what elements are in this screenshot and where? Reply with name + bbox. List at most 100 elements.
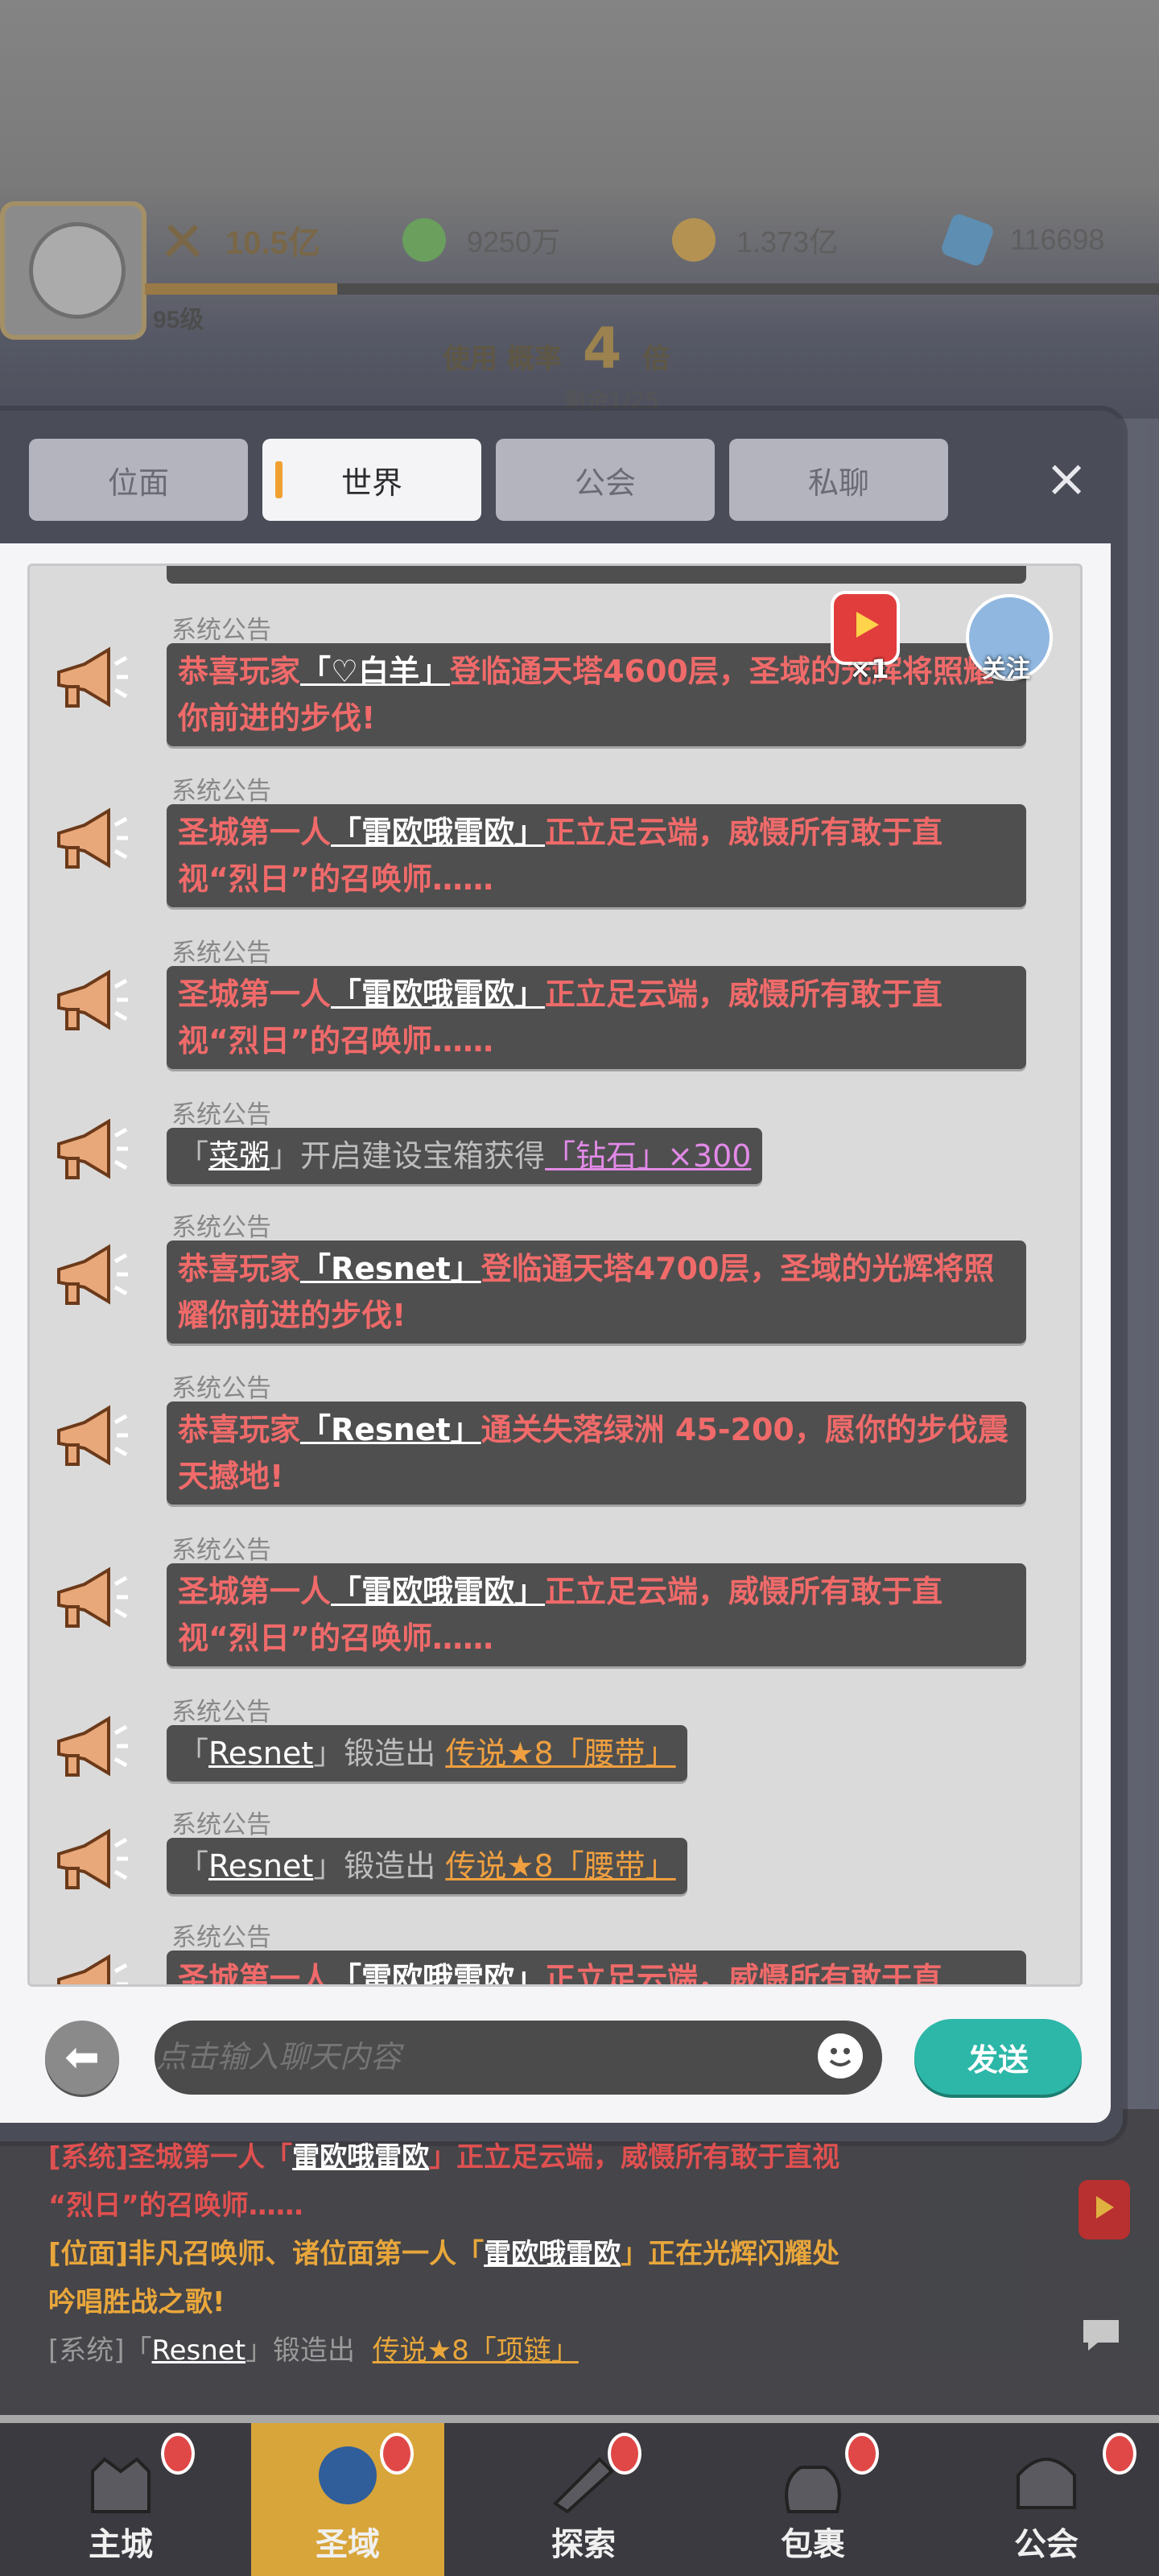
player-link[interactable]: Resnet [208, 1736, 313, 1771]
tab-private-label: 私聊 [807, 464, 869, 501]
megaphone-icon [57, 1405, 128, 1466]
megaphone-icon [57, 1954, 128, 1984]
sender-name: 系统公告 [171, 1923, 271, 1952]
player-link[interactable]: 「Resnet」 [300, 1412, 481, 1447]
tab-world[interactable]: 世界 [262, 439, 481, 521]
notification-badge [845, 2433, 879, 2475]
megaphone-icon [57, 807, 128, 869]
tab-world-label: 世界 [340, 464, 402, 501]
text: [位面]非凡召唤师、诸位面第一人「 [48, 2238, 485, 2270]
system-bubble: 「Resnet」锻造出 传说★8「腰带」 [167, 1838, 687, 1894]
nav-main-city[interactable]: 主城 [24, 2423, 217, 2576]
sender-name: 系统公告 [171, 1698, 271, 1727]
previous-message-edge [167, 566, 1026, 584]
sender-name: 系统公告 [171, 1810, 271, 1839]
nav-label: 探索 [551, 2526, 616, 2563]
nav-explore[interactable]: 探索 [487, 2423, 680, 2576]
feed-line: [系统]圣城第一人「雷欧哦雷欧」正立足云端，威慑所有敢于直视 [48, 2133, 1014, 2182]
text: 「 [178, 1736, 209, 1771]
notification-badge [161, 2433, 195, 2475]
holy-domain-icon [319, 2446, 377, 2504]
text: 」 [270, 1138, 301, 1174]
tab-private[interactable]: 私聊 [729, 439, 948, 521]
player-link[interactable]: 雷欧哦雷欧 [484, 2238, 621, 2270]
chat-bubble-icon[interactable] [1079, 2315, 1124, 2354]
sender-name: 系统公告 [171, 1100, 271, 1129]
player-link[interactable]: 「雷欧哦雷欧」 [331, 1574, 545, 1609]
nav-holy-domain[interactable]: 圣域 [251, 2423, 444, 2576]
back-button[interactable]: ⬅ [45, 2021, 119, 2095]
red-packet-button[interactable]: ×1 [821, 588, 909, 684]
player-link[interactable]: 菜粥 [208, 1138, 270, 1174]
red-packet-count: ×1 [849, 654, 889, 684]
player-link[interactable]: 「Resnet」 [300, 1251, 481, 1286]
announcement-bubble: 恭喜玩家「Resnet」通关失落绿洲 45-200，愿你的步伐震天撼地! [167, 1402, 1026, 1505]
sender-name: 系统公告 [171, 939, 271, 968]
text: 」正在光辉闪耀处 [621, 2238, 840, 2270]
announcement-bubble: 圣城第一人「雷欧哦雷欧」正立足云端，威慑所有敢于直视“烈日”的召唤师…… [167, 1563, 1026, 1666]
text: 锻造出 [344, 1736, 436, 1771]
nav-inventory[interactable]: 包裹 [716, 2423, 909, 2576]
player-link[interactable]: 雷欧哦雷欧 [292, 2141, 429, 2174]
text: 吟唱胜战之歌! [48, 2286, 225, 2318]
feed-line: 吟唱胜战之歌! [48, 2278, 1014, 2326]
message-list[interactable]: 系统公告 恭喜玩家「♡白羊」登临通天塔4600层，圣域的光辉将照耀你前进的步伐!… [27, 564, 1083, 1987]
text: 开启建设宝箱获得 [300, 1138, 546, 1174]
system-bubble: 「菜粥」开启建设宝箱获得「钻石」×300 [167, 1128, 763, 1184]
guild-helmet-icon [1017, 2458, 1076, 2509]
player-link[interactable]: 「雷欧哦雷欧」 [331, 815, 545, 850]
item-link[interactable]: 「钻石」×300 [545, 1138, 751, 1174]
player-link[interactable]: 「♡白羊」 [300, 654, 450, 689]
emoji-icon[interactable] [818, 2033, 863, 2079]
bag-icon [785, 2466, 841, 2513]
active-tab-marker [275, 461, 283, 498]
player-link[interactable]: Resnet [208, 1848, 313, 1884]
item-link[interactable]: 传说★8「腰带」 [445, 1848, 675, 1884]
text: “烈日”的召唤师…… [48, 2190, 303, 2222]
text: 恭喜玩家 [178, 1412, 301, 1447]
nav-label: 公会 [1014, 2526, 1079, 2563]
close-icon[interactable]: × [1038, 451, 1095, 507]
player-link[interactable]: 「雷欧哦雷欧」 [331, 976, 545, 1012]
announcement-bubble: 圣城第一人「雷欧哦雷欧」正立足云端，威慑所有敢于直 [167, 1951, 1026, 1987]
sender-name: 系统公告 [171, 1536, 271, 1565]
text: 」 [313, 1848, 344, 1884]
nav-label: 圣域 [316, 2526, 380, 2563]
send-button[interactable]: 发送 [914, 2019, 1082, 2095]
text: 」 [313, 1736, 344, 1771]
announcement-bubble: 圣城第一人「雷欧哦雷欧」正立足云端，威慑所有敢于直视“烈日”的召唤师…… [167, 804, 1026, 907]
arrow-left-icon: ⬅ [64, 2033, 100, 2082]
player-link[interactable]: Resnet [152, 2334, 246, 2367]
tab-plane[interactable]: 位面 [29, 439, 248, 521]
megaphone-icon [57, 1567, 128, 1628]
announcement-bubble: 圣城第一人「雷欧哦雷欧」正立足云端，威慑所有敢于直视“烈日”的召唤师…… [167, 966, 1026, 1069]
nav-guild[interactable]: 公会 [950, 2423, 1143, 2576]
megaphone-icon [57, 1244, 128, 1305]
announcement-bubble: 恭喜玩家「Resnet」登临通天塔4700层，圣域的光辉将照耀你前进的步伐! [167, 1241, 1026, 1344]
megaphone-icon [57, 1828, 128, 1889]
tab-guild[interactable]: 公会 [496, 439, 715, 521]
player-link[interactable]: 「雷欧哦雷欧」 [331, 1961, 545, 1984]
text: [系统]「 [48, 2334, 152, 2367]
notification-badge [1103, 2433, 1136, 2475]
sender-name: 系统公告 [171, 1213, 271, 1242]
text: 正立足云端，威慑所有敢于直 [545, 1961, 943, 1987]
item-link[interactable]: 传说★8「腰带」 [445, 1736, 675, 1771]
chat-input[interactable] [155, 2021, 882, 2095]
text: 圣城第一人 [178, 815, 332, 850]
world-chat-feed: [系统]圣城第一人「雷欧哦雷欧」正立足云端，威慑所有敢于直视 “烈日”的召唤师…… [48, 2133, 1014, 2375]
red-packet-icon [1079, 2180, 1130, 2240]
item-link[interactable]: 传说★8「项链」 [373, 2334, 579, 2367]
megaphone-icon [57, 1118, 128, 1179]
text: 」锻造出 [245, 2334, 356, 2367]
text: 圣城第一人 [178, 976, 332, 1012]
system-bubble: 「Resnet」锻造出 传说★8「腰带」 [167, 1725, 687, 1781]
nav-label: 主城 [89, 2526, 153, 2563]
text: 恭喜玩家 [178, 1251, 301, 1286]
feed-red-packet-button[interactable] [1064, 2174, 1145, 2262]
follow-button[interactable]: 关注 [958, 586, 1054, 686]
feed-line: [位面]非凡召唤师、诸位面第一人「雷欧哦雷欧」正在光辉闪耀处 [48, 2230, 1014, 2278]
tab-guild-label: 公会 [574, 464, 636, 501]
nav-label: 包裹 [781, 2526, 845, 2563]
sender-name: 系统公告 [171, 1374, 271, 1403]
